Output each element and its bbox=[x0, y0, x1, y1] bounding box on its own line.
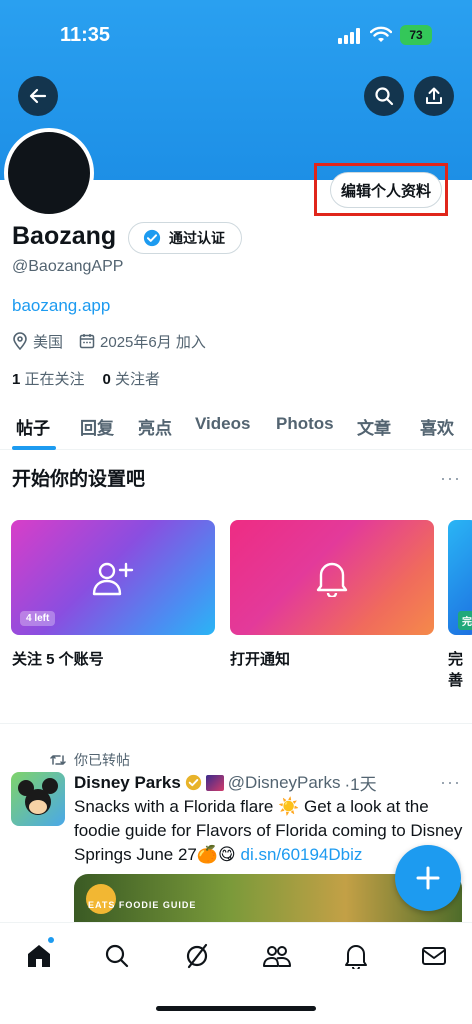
status-time: 11:35 bbox=[60, 24, 111, 46]
post-author-handle[interactable]: @DisneyParks bbox=[228, 773, 341, 793]
bell-icon bbox=[345, 945, 367, 969]
mickey-avatar-icon bbox=[18, 778, 58, 815]
profile-meta: 美国 2025年6月 加入 bbox=[12, 330, 206, 352]
search-icon bbox=[105, 944, 129, 968]
compose-post-button[interactable] bbox=[395, 845, 461, 911]
followers-link[interactable]: 0 关注者 bbox=[103, 368, 161, 389]
setup-more-button[interactable]: ··· bbox=[440, 468, 461, 489]
edit-profile-button[interactable]: 编辑个人资料 bbox=[330, 172, 442, 208]
tab-videos[interactable]: Videos bbox=[195, 414, 250, 434]
communities-icon bbox=[263, 946, 291, 967]
following-link[interactable]: 1 正在关注 bbox=[12, 368, 85, 389]
post-image-tag: EATS FOODIE GUIDE bbox=[88, 900, 197, 910]
nav-home[interactable] bbox=[24, 941, 54, 971]
share-icon bbox=[426, 87, 442, 104]
profile-joined-date: 2025年6月 加入 bbox=[100, 333, 206, 351]
profile-avatar[interactable] bbox=[4, 128, 94, 218]
post-more-button[interactable]: ··· bbox=[440, 772, 461, 793]
bell-icon bbox=[316, 562, 348, 597]
tab-highlights[interactable]: 亮点 bbox=[138, 414, 172, 439]
retweet-indicator: 你已转帖 bbox=[50, 750, 130, 770]
mail-icon bbox=[422, 947, 446, 965]
following-label: 正在关注 bbox=[24, 371, 85, 388]
nav-messages[interactable] bbox=[419, 941, 449, 971]
retweet-icon bbox=[50, 755, 66, 765]
post-link[interactable]: di.sn/60194Dbiz bbox=[240, 845, 362, 864]
home-notification-dot bbox=[48, 937, 54, 943]
post-time: ·1天 bbox=[344, 775, 377, 794]
profile-website-link[interactable]: baozang.app bbox=[12, 296, 110, 316]
setup-card-complete-label: 完善 bbox=[448, 651, 464, 689]
tab-photos[interactable]: Photos bbox=[276, 414, 334, 434]
share-button[interactable] bbox=[414, 76, 454, 116]
retweet-label: 你已转帖 bbox=[74, 752, 130, 768]
setup-card-notifications-label: 打开通知 bbox=[230, 651, 291, 668]
gold-verified-badge-icon bbox=[185, 774, 201, 791]
post-author-name[interactable]: Disney Parks bbox=[74, 773, 181, 793]
following-count: 1 bbox=[12, 371, 21, 388]
back-button[interactable] bbox=[18, 76, 58, 116]
tab-posts[interactable]: 帖子 bbox=[16, 414, 50, 439]
active-tab-indicator bbox=[12, 446, 56, 450]
add-user-icon bbox=[92, 562, 134, 595]
search-button[interactable] bbox=[364, 76, 404, 116]
status-bar: 11:35 73 bbox=[0, 0, 472, 70]
followers-label: 关注者 bbox=[115, 371, 161, 388]
home-indicator bbox=[156, 1006, 316, 1011]
setup-card-notifications[interactable] bbox=[230, 520, 434, 635]
post-author-avatar[interactable] bbox=[11, 772, 65, 826]
profile-handle: @BaozangAPP bbox=[12, 258, 124, 275]
followers-count: 0 bbox=[102, 371, 111, 388]
plus-icon bbox=[416, 866, 440, 890]
calendar-icon bbox=[79, 334, 95, 349]
home-icon bbox=[28, 945, 50, 967]
tab-replies[interactable]: 回复 bbox=[80, 414, 114, 439]
tab-articles[interactable]: 文章 bbox=[357, 414, 391, 439]
post-header: Disney Parks @DisneyParks ·1天 bbox=[74, 770, 377, 795]
affiliate-badge-icon bbox=[205, 774, 224, 791]
profile-name: Baozang bbox=[12, 222, 117, 250]
get-verified-button[interactable]: 通过认证 bbox=[128, 222, 242, 254]
setup-section-title: 开始你的设置吧 bbox=[12, 469, 146, 490]
verified-badge-icon bbox=[143, 229, 161, 247]
grok-icon bbox=[186, 943, 208, 969]
nav-communities[interactable] bbox=[262, 941, 292, 971]
section-divider bbox=[0, 723, 472, 724]
nav-notifications[interactable] bbox=[341, 941, 371, 971]
nav-grok[interactable] bbox=[182, 941, 212, 971]
setup-card-follow-label: 关注 5 个账号 bbox=[12, 651, 104, 668]
nav-search[interactable] bbox=[102, 941, 132, 971]
get-verified-label: 通过认证 bbox=[169, 230, 225, 246]
arrow-left-icon bbox=[29, 88, 47, 104]
battery-indicator: 73 bbox=[400, 25, 432, 45]
follow-stats: 1 正在关注 0 关注者 bbox=[12, 368, 160, 389]
setup-card-follow[interactable]: 4 left bbox=[11, 520, 215, 635]
search-icon bbox=[375, 87, 394, 106]
tab-likes[interactable]: 喜欢 bbox=[420, 414, 454, 439]
profile-tabs: 帖子 回复 亮点 Videos Photos 文章 喜欢 bbox=[0, 404, 472, 450]
setup-card-badge-partial: 完 bbox=[458, 611, 472, 630]
wifi-icon bbox=[370, 26, 392, 42]
setup-card-badge: 4 left bbox=[20, 611, 56, 626]
location-pin-icon bbox=[13, 332, 27, 350]
cellular-signal-icon bbox=[338, 28, 360, 44]
profile-location: 美国 bbox=[33, 333, 64, 351]
